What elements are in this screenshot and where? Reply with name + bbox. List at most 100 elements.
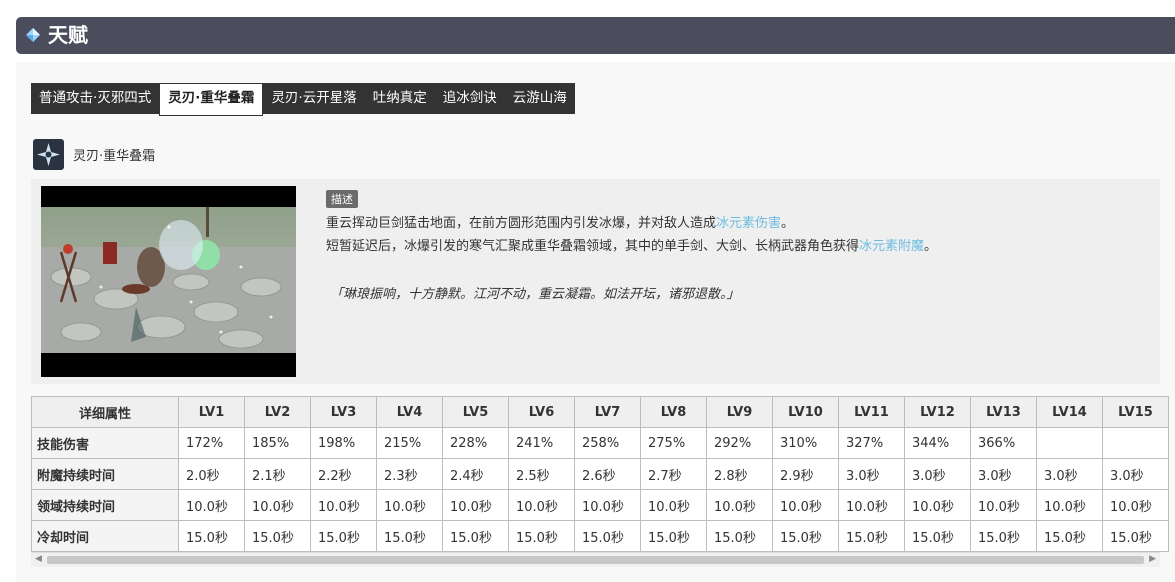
table-cell: 3.0秒 xyxy=(970,458,1037,490)
table-cell: 15.0秒 xyxy=(970,520,1037,552)
tab-2[interactable]: 灵刃·云开星落 xyxy=(263,83,364,114)
description-text: 。 xyxy=(781,216,795,231)
table-cell: 2.5秒 xyxy=(508,458,575,490)
column-header: LV6 xyxy=(508,396,575,428)
column-header: LV10 xyxy=(772,396,839,428)
tab-5[interactable]: 云游山海 xyxy=(505,83,575,114)
table-cell: 15.0秒 xyxy=(640,520,707,552)
column-header: 详细属性 xyxy=(31,396,179,428)
column-header: LV14 xyxy=(1036,396,1103,428)
table-cell: 2.9秒 xyxy=(772,458,839,490)
table-cell: 10.0秒 xyxy=(1102,489,1169,521)
table-cell: 10.0秒 xyxy=(904,489,971,521)
description-text: 重云挥动巨剑猛击地面，在前方圆形范围内引发冰爆，并对敌人造成 xyxy=(326,216,717,231)
table-cell: 15.0秒 xyxy=(838,520,905,552)
element-infusion-link[interactable]: 冰元素附魔 xyxy=(859,239,924,254)
tab-1[interactable]: 灵刃·重华叠霜 xyxy=(159,83,264,116)
table-cell: 10.0秒 xyxy=(376,489,443,521)
table-row: 领域持续时间 10.0秒 10.0秒 10.0秒 10.0秒 10.0秒 10.0秒 10.0… xyxy=(31,489,1169,521)
table-cell: 10.0秒 xyxy=(508,489,575,521)
table-cell: 2.3秒 xyxy=(376,458,443,490)
table-cell: 275% xyxy=(640,427,707,459)
tab-3[interactable]: 吐纳真定 xyxy=(365,83,435,114)
column-header: LV13 xyxy=(970,396,1037,428)
table-cell: 292% xyxy=(706,427,773,459)
table-cell: 344% xyxy=(904,427,971,459)
table-row: 附魔持续时间 2.0秒 2.1秒 2.2秒 2.3秒 2.4秒 2.5秒 2.6秒 2.7秒 2.… xyxy=(31,458,1169,490)
scroll-right-icon[interactable]: ▶ xyxy=(1149,554,1156,564)
horizontal-scrollbar[interactable]: ◀ ▶ xyxy=(31,552,1160,567)
table-cell: 2.8秒 xyxy=(706,458,773,490)
table-cell: 10.0秒 xyxy=(772,489,839,521)
description-text: 。 xyxy=(924,239,938,254)
table-cell: 172% xyxy=(178,427,245,459)
scroll-left-icon[interactable]: ◀ xyxy=(35,554,42,564)
table-cell: 15.0秒 xyxy=(706,520,773,552)
table-cell: 15.0秒 xyxy=(772,520,839,552)
table-cell: 10.0秒 xyxy=(178,489,245,521)
table-cell: 185% xyxy=(244,427,311,459)
table-cell: 15.0秒 xyxy=(442,520,509,552)
table-cell: 10.0秒 xyxy=(574,489,641,521)
table-cell: 15.0秒 xyxy=(1036,520,1103,552)
table-cell: 15.0秒 xyxy=(178,520,245,552)
table-cell: 3.0秒 xyxy=(904,458,971,490)
table-cell: 15.0秒 xyxy=(904,520,971,552)
column-header: LV2 xyxy=(244,396,311,428)
table-cell: 258% xyxy=(574,427,641,459)
table-cell: 15.0秒 xyxy=(376,520,443,552)
table-cell: 10.0秒 xyxy=(244,489,311,521)
column-header: LV11 xyxy=(838,396,905,428)
table-cell: 3.0秒 xyxy=(1036,458,1103,490)
description-tag: 描述 xyxy=(326,190,358,208)
row-label: 领域持续时间 xyxy=(31,489,179,521)
table-cell: 241% xyxy=(508,427,575,459)
skill-stats-table: 详细属性 LV1 LV2 LV3 LV4 LV5 LV6 LV7 LV8 LV9 LV10 LV11 L… xyxy=(31,396,1169,552)
description-line-2: 短暂延迟后，冰爆引发的寒气汇聚成重华叠霜领域，其中的单手剑、大剑、长柄武器角色获… xyxy=(326,235,937,258)
column-header: LV7 xyxy=(574,396,641,428)
table-cell: 310% xyxy=(772,427,839,459)
column-header: LV3 xyxy=(310,396,377,428)
column-header: LV1 xyxy=(178,396,245,428)
table-cell xyxy=(1102,427,1169,459)
column-header: LV12 xyxy=(904,396,971,428)
tab-0[interactable]: 普通攻击·灭邪四式 xyxy=(31,83,159,114)
table-cell xyxy=(1036,427,1103,459)
table-cell: 2.6秒 xyxy=(574,458,641,490)
table-cell: 2.7秒 xyxy=(640,458,707,490)
table-cell: 10.0秒 xyxy=(706,489,773,521)
table-row: 冷却时间 15.0秒 15.0秒 15.0秒 15.0秒 15.0秒 15.0秒 15.0秒 1… xyxy=(31,520,1169,552)
table-cell: 3.0秒 xyxy=(838,458,905,490)
column-header: LV15 xyxy=(1102,396,1169,428)
table-cell: 2.4秒 xyxy=(442,458,509,490)
table-cell: 366% xyxy=(970,427,1037,459)
table-cell: 15.0秒 xyxy=(244,520,311,552)
diamond-icon xyxy=(26,28,40,42)
description-line-1: 重云挥动巨剑猛击地面，在前方圆形范围内引发冰爆，并对敌人造成冰元素伤害。 xyxy=(326,212,937,235)
table-cell: 327% xyxy=(838,427,905,459)
table-cell: 2.2秒 xyxy=(310,458,377,490)
table-cell: 10.0秒 xyxy=(442,489,509,521)
row-label: 冷却时间 xyxy=(31,520,179,552)
section-header: 天赋 xyxy=(16,17,1175,54)
table-cell: 10.0秒 xyxy=(310,489,377,521)
table-cell: 10.0秒 xyxy=(970,489,1037,521)
tab-4[interactable]: 追冰剑诀 xyxy=(435,83,505,114)
scrollbar-thumb[interactable] xyxy=(47,556,1144,564)
table-cell: 198% xyxy=(310,427,377,459)
skill-name: 灵刃·重华叠霜 xyxy=(73,149,156,164)
table-cell: 215% xyxy=(376,427,443,459)
skill-preview-video[interactable] xyxy=(41,186,296,377)
element-damage-link[interactable]: 冰元素伤害 xyxy=(716,216,781,231)
table-cell: 15.0秒 xyxy=(1102,520,1169,552)
column-header: LV8 xyxy=(640,396,707,428)
table-cell: 3.0秒 xyxy=(1102,458,1169,490)
table-row: 技能伤害 172% 185% 198% 215% 228% 241% 258% 275% 292%… xyxy=(31,427,1169,459)
table-cell: 2.1秒 xyxy=(244,458,311,490)
section-title: 天赋 xyxy=(48,23,88,47)
table-cell: 15.0秒 xyxy=(508,520,575,552)
column-header: LV5 xyxy=(442,396,509,428)
skill-description: 重云挥动巨剑猛击地面，在前方圆形范围内引发冰爆，并对敌人造成冰元素伤害。 短暂延… xyxy=(326,212,937,258)
row-label: 附魔持续时间 xyxy=(31,458,179,490)
skill-tabs: 普通攻击·灭邪四式 灵刃·重华叠霜 灵刃·云开星落 吐纳真定 追冰剑诀 云游山海 xyxy=(31,83,575,116)
